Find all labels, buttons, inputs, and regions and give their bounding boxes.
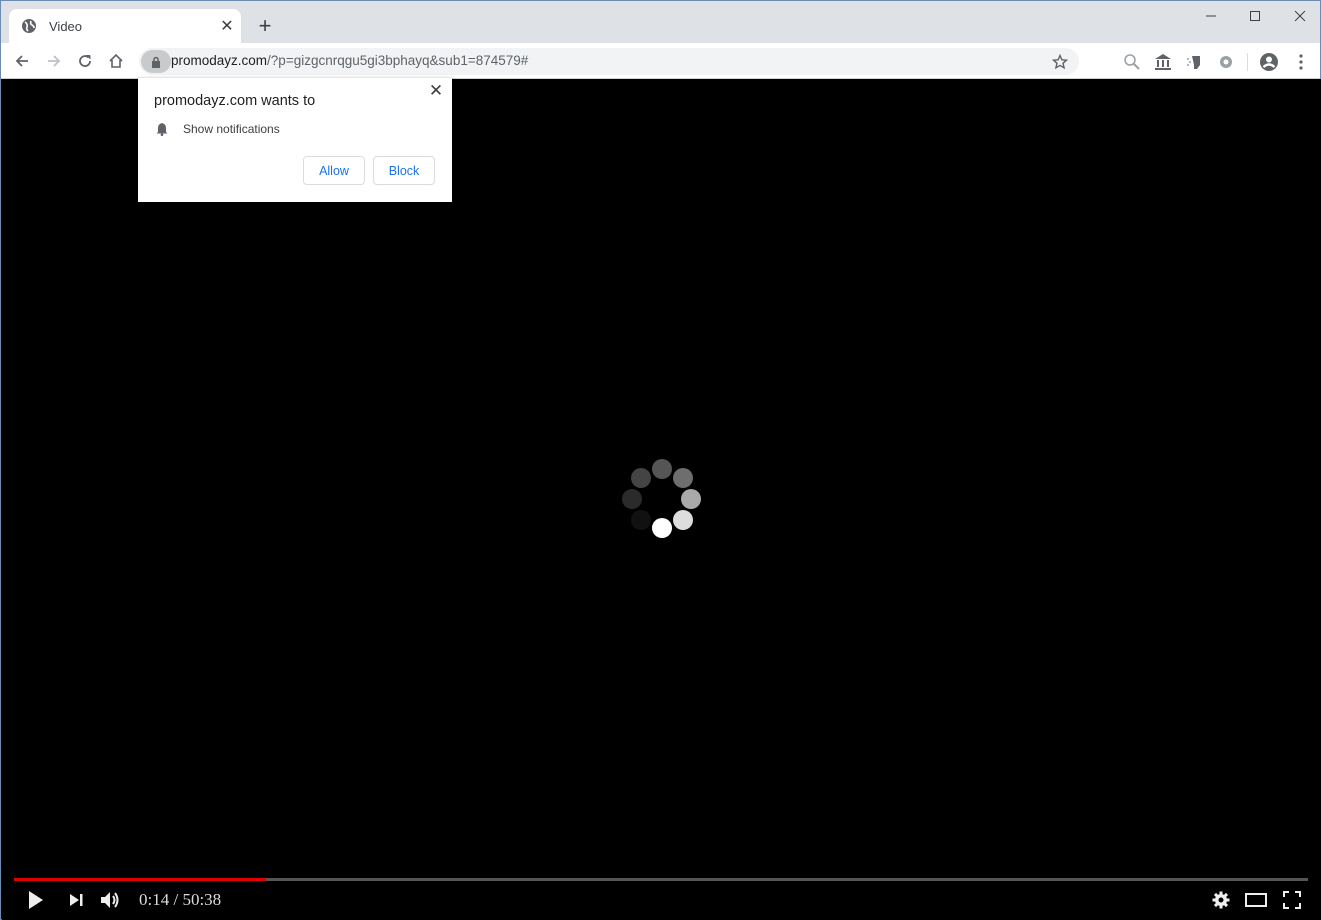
tab-title: Video	[49, 18, 83, 34]
spinner-dot	[673, 510, 693, 530]
spinner-dot	[673, 468, 693, 488]
forward-button[interactable]	[41, 48, 67, 74]
theater-mode-button[interactable]	[1243, 887, 1269, 913]
site-info-button[interactable]	[141, 50, 171, 73]
arrow-right-icon	[48, 55, 61, 67]
settings-button[interactable]	[1208, 887, 1234, 913]
toolbar-separator	[1247, 53, 1248, 71]
gear-icon	[1212, 891, 1230, 909]
volume-button[interactable]	[98, 887, 124, 913]
time-display: 0:14 / 50:38	[139, 890, 222, 909]
play-icon	[29, 891, 43, 909]
fullscreen-icon	[1283, 891, 1301, 909]
tab-video[interactable]: Video ✕	[9, 9, 241, 43]
maximize-icon	[1249, 11, 1260, 21]
profile-button[interactable]	[1258, 51, 1280, 73]
allow-button[interactable]: Allow	[303, 156, 365, 185]
search-extension-icon	[1124, 54, 1140, 70]
url-path: /?p=gizgcnrqgu5gi3bphayq&sub1=874579#	[267, 53, 529, 68]
maximize-button[interactable]	[1232, 1, 1277, 31]
spinner-dot	[652, 459, 672, 479]
globe-icon	[22, 19, 36, 33]
loading-spinner	[621, 459, 703, 541]
reload-button[interactable]	[72, 48, 98, 74]
video-progress-fill	[14, 878, 267, 881]
star-icon	[1052, 54, 1068, 70]
search-extension-button[interactable]	[1121, 51, 1143, 73]
arrow-left-icon	[15, 55, 28, 67]
bell-icon	[156, 123, 168, 136]
popup-heading: promodayz.com wants to	[154, 93, 316, 109]
bank-extension-button[interactable]	[1152, 51, 1174, 73]
permission-text: Show notifications	[183, 122, 280, 136]
spinner-dot	[681, 489, 701, 509]
tab-close-icon[interactable]: ✕	[215, 14, 239, 38]
spinner-dot	[622, 489, 642, 509]
bookmark-star-button[interactable]	[1049, 51, 1071, 73]
toolbar: promodayz.com/?p=gizgcnrqgu5gi3bphayq&su…	[1, 43, 1320, 79]
gear-extension-button[interactable]	[1215, 51, 1237, 73]
bank-extension-icon	[1155, 54, 1171, 70]
video-progress-bar[interactable]	[14, 878, 1308, 881]
lock-icon	[152, 56, 160, 68]
spinner-dot	[652, 518, 672, 538]
next-button[interactable]	[63, 887, 89, 913]
play-button[interactable]	[23, 887, 49, 913]
reload-icon	[79, 55, 91, 67]
profile-icon	[1260, 53, 1278, 71]
spinner-dot	[631, 468, 651, 488]
title-bar: Video ✕ +	[1, 1, 1320, 43]
menu-button[interactable]	[1290, 51, 1312, 73]
kebab-menu-icon	[1299, 54, 1303, 70]
browser-window: Video ✕ + promodayz.com/?p=gizgcnrqgu5gi…	[0, 0, 1321, 920]
address-bar[interactable]: promodayz.com/?p=gizgcnrqgu5gi3bphayq&su…	[139, 48, 1079, 75]
back-button[interactable]	[9, 48, 35, 74]
close-window-button[interactable]	[1277, 1, 1321, 31]
theater-icon	[1245, 893, 1267, 907]
close-icon	[1294, 10, 1305, 22]
block-button[interactable]: Block	[373, 156, 435, 185]
home-button[interactable]	[103, 48, 129, 74]
volume-icon	[101, 892, 119, 908]
next-icon	[70, 894, 83, 906]
url-domain: promodayz.com	[171, 53, 268, 68]
url-text[interactable]: promodayz.com/?p=gizgcnrqgu5gi3bphayq&su…	[171, 53, 528, 68]
minimize-button[interactable]	[1188, 1, 1233, 31]
popup-close-icon[interactable]: ✕	[426, 81, 446, 101]
home-icon	[109, 53, 123, 68]
new-tab-button[interactable]: +	[253, 13, 277, 38]
notification-permission-popup: promodayz.com wants to ✕ Show notificati…	[138, 78, 452, 202]
gear-extension-icon	[1220, 56, 1232, 68]
mask-extension-button[interactable]	[1184, 51, 1206, 73]
fullscreen-button[interactable]	[1279, 887, 1305, 913]
minimize-icon	[1205, 15, 1216, 17]
mask-extension-icon	[1187, 56, 1200, 69]
spinner-dot	[631, 510, 651, 530]
